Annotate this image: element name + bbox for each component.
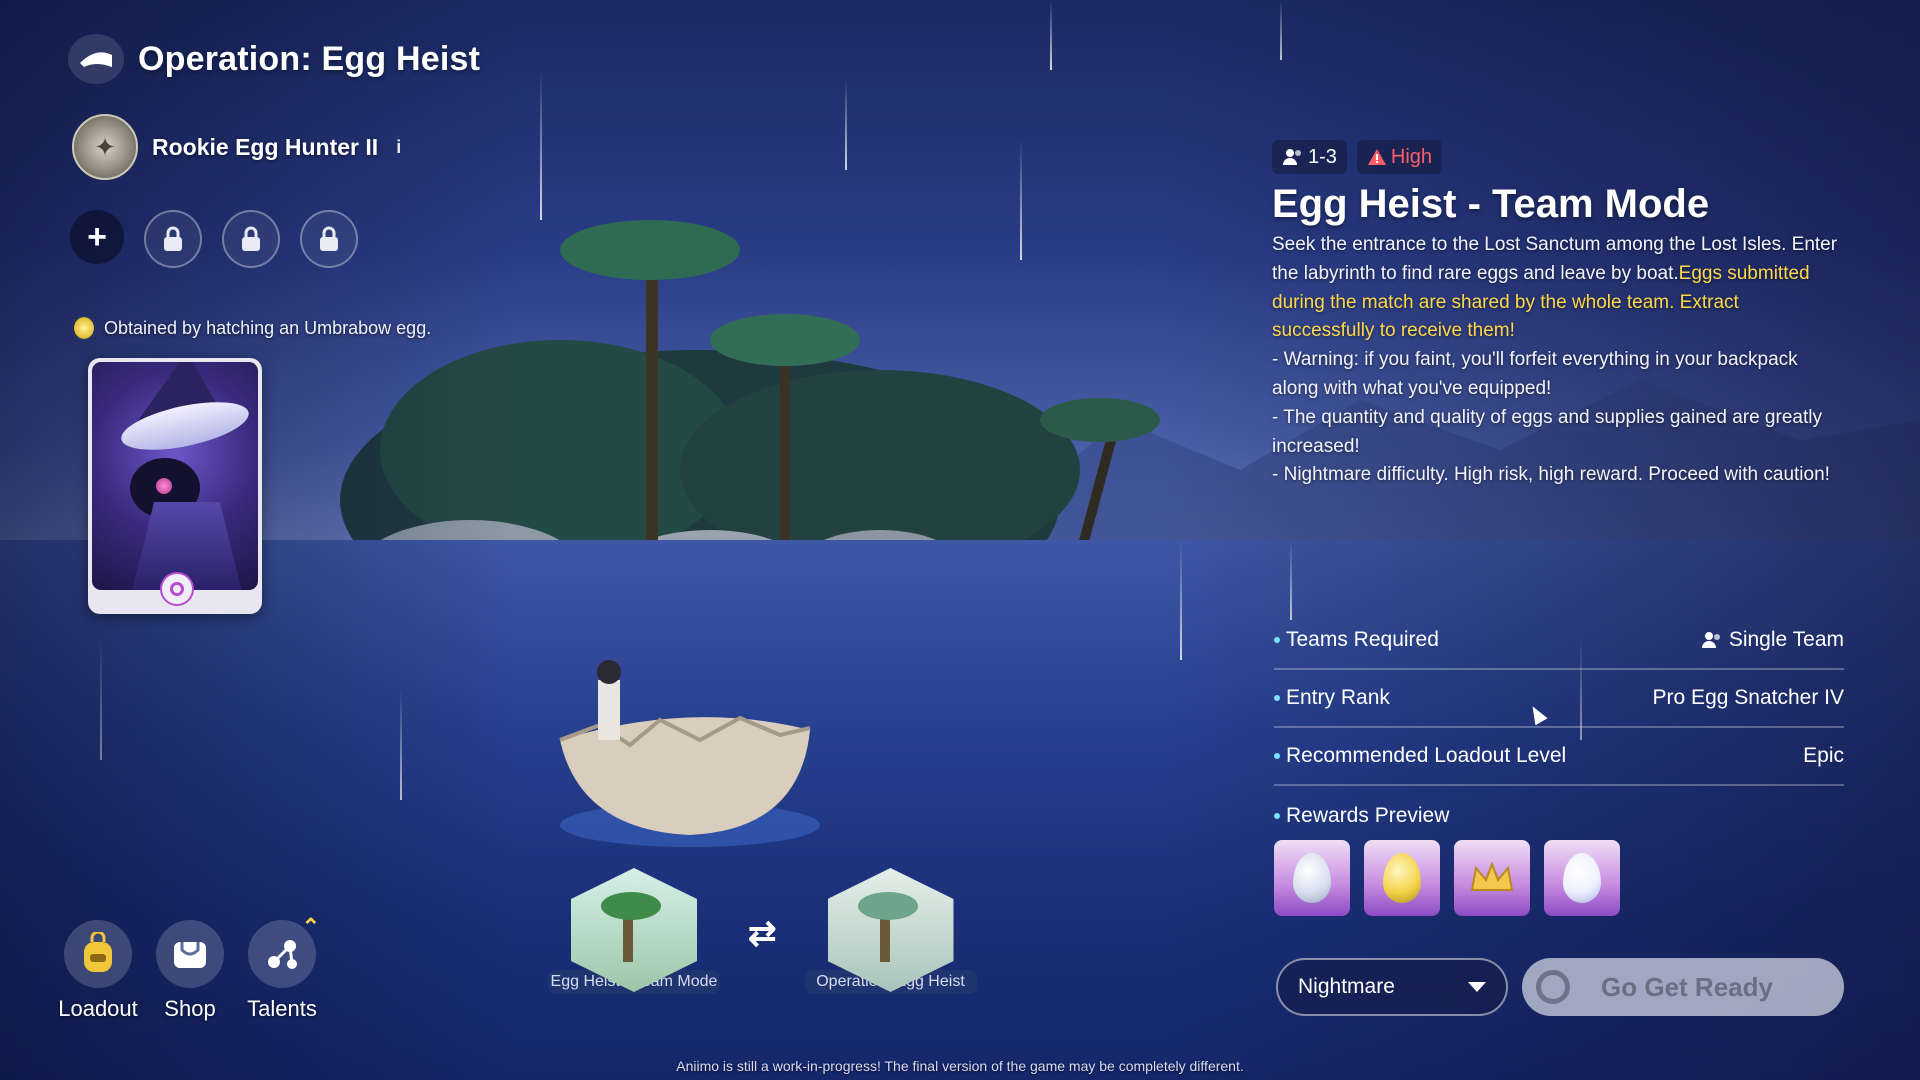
rewards-heading-text: Rewards Preview [1286, 804, 1450, 827]
golden-egg-icon [1383, 853, 1421, 903]
desc-warning: - Warning: if you faint, you'll forfeit … [1272, 349, 1798, 399]
mode-card-team[interactable]: Egg Heist - Team Mode [548, 868, 720, 994]
rank-name: Rookie Egg Hunter II [152, 133, 379, 160]
nav-talents[interactable]: ⌃ Talents [246, 914, 320, 1022]
go-get-ready-button[interactable]: Go Get Ready [1522, 958, 1844, 1016]
stat-key: Entry Rank [1286, 686, 1390, 709]
player-count-tag: 1-3 [1272, 140, 1347, 174]
back-button[interactable] [68, 34, 124, 84]
stat-key: Recommended Loadout Level [1286, 744, 1567, 767]
stat-teams-required: Teams Required Single Team [1274, 612, 1844, 670]
nav-label: Shop [164, 996, 216, 1021]
shop-bag-icon [156, 920, 224, 988]
desc-warning: - Nightmare difficulty. High risk, high … [1272, 464, 1830, 486]
nav-label: Talents [247, 996, 317, 1021]
desc-warning: - The quantity and quality of eggs and s… [1272, 406, 1822, 457]
white-egg-icon [1563, 853, 1601, 903]
rank-badge-icon: ✦ [72, 114, 138, 180]
risk-level: High [1390, 145, 1433, 168]
pet-portrait [92, 362, 258, 590]
swap-icon[interactable]: ⇄ [748, 914, 777, 954]
mode-switcher: Egg Heist - Team Mode ⇄ Operation: Egg H… [548, 868, 977, 994]
header-bar: Operation: Egg Heist [68, 34, 480, 84]
pet-card[interactable] [88, 358, 262, 614]
info-icon[interactable]: i [396, 137, 401, 158]
stat-value: Single Team [1728, 628, 1844, 651]
warning-icon [1367, 149, 1386, 165]
lock-icon [242, 226, 260, 251]
pet-element-icon [160, 572, 194, 606]
stat-value: Pro Egg Snatcher IV [1652, 686, 1844, 709]
locked-slot[interactable] [300, 210, 358, 268]
difficulty-value: Nightmare [1298, 975, 1395, 998]
players-icon [1283, 149, 1301, 165]
egg-coin-icon [74, 317, 94, 339]
go-get-ready-label: Go Get Ready [1601, 971, 1773, 1002]
team-icon [1701, 632, 1720, 648]
obtained-text: Obtained by hatching an Umbrabow egg. [104, 317, 432, 338]
rewards-heading: Rewards Preview [1274, 794, 1844, 838]
nav-shop[interactable]: Shop [154, 920, 226, 1022]
stat-key: Teams Required [1286, 628, 1439, 651]
mode-description: Seek the entrance to the Lost Sanctum am… [1272, 231, 1844, 490]
rank-row: ✦ Rookie Egg Hunter II i [72, 114, 401, 180]
lock-icon [164, 226, 182, 251]
silver-egg-icon [1293, 853, 1331, 903]
chevron-down-icon [1468, 982, 1486, 992]
locked-slot[interactable] [222, 210, 280, 268]
mode-info-panel: 1-3 High Egg Heist - Team Mode Seek the … [1272, 140, 1844, 490]
upgrade-arrow-icon: ⌃ [301, 914, 320, 939]
ready-ring-icon [1536, 970, 1570, 1004]
stat-value: Epic [1803, 744, 1844, 767]
backpack-icon [64, 920, 132, 988]
pet-slots: + [70, 210, 358, 268]
difficulty-dropdown[interactable]: Nightmare [1276, 958, 1508, 1016]
reward-golden-egg[interactable] [1364, 840, 1440, 916]
bottom-nav: Loadout Shop ⌃ Talents [58, 914, 320, 1022]
wip-disclaimer: Aniimo is still a work-in-progress! The … [676, 1058, 1244, 1074]
nav-loadout[interactable]: Loadout [58, 920, 138, 1022]
reward-crown[interactable] [1454, 840, 1530, 916]
nav-label: Loadout [58, 996, 138, 1021]
reward-silver-egg[interactable] [1274, 840, 1350, 916]
lock-icon [320, 226, 338, 251]
page-title: Operation: Egg Heist [138, 39, 481, 78]
rewards-list [1274, 840, 1844, 916]
mode-tags: 1-3 High [1272, 140, 1844, 174]
back-arrow-icon [80, 52, 112, 67]
risk-tag: High [1356, 140, 1443, 174]
mode-card-solo[interactable]: Operation: Egg Heist [804, 868, 977, 994]
mode-stats: Teams Required Single Team Entry Rank Pr… [1274, 612, 1844, 916]
mode-title: Egg Heist - Team Mode [1272, 182, 1710, 226]
add-slot-button[interactable]: + [70, 210, 124, 264]
player-count: 1-3 [1308, 145, 1337, 168]
stat-entry-rank: Entry Rank Pro Egg Snatcher IV [1274, 670, 1844, 728]
crown-icon [1470, 861, 1514, 891]
stat-loadout-level: Recommended Loadout Level Epic [1274, 728, 1844, 786]
talents-icon: ⌃ [248, 914, 320, 988]
pet-source-note: Obtained by hatching an Umbrabow egg. [74, 317, 431, 339]
locked-slot[interactable] [144, 210, 202, 268]
reward-white-egg[interactable] [1544, 840, 1620, 916]
